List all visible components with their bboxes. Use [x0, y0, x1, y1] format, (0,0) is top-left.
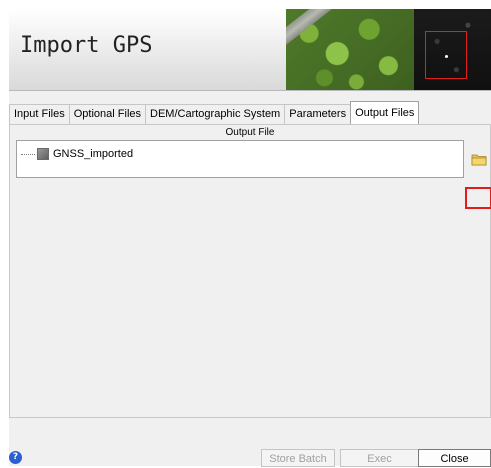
tab-optional-files[interactable]: Optional Files: [68, 104, 147, 124]
output-files-panel: Output File GNSS_imported: [9, 124, 491, 418]
help-icon[interactable]: ?: [9, 451, 22, 464]
tab-parameters[interactable]: Parameters: [284, 104, 352, 124]
raster-layer-icon: [37, 148, 49, 160]
highlight-marker: [465, 187, 491, 209]
exec-button[interactable]: Exec: [340, 449, 419, 467]
tab-bar: Input Files Optional Files DEM/Cartograp…: [9, 101, 420, 124]
aerial-image-banner: [286, 9, 491, 90]
tab-output-files[interactable]: Output Files: [350, 101, 420, 124]
header-banner: Import GPS: [9, 9, 491, 91]
aerial-point-marker: [445, 55, 448, 58]
tab-dem-cartographic-system[interactable]: DEM/Cartographic System: [145, 104, 286, 124]
import-gps-window: Import GPS Input Files Optional Files DE…: [9, 9, 491, 467]
tab-input-files[interactable]: Input Files: [9, 104, 70, 124]
list-item[interactable]: GNSS_imported: [21, 147, 133, 161]
tree-connector: [21, 153, 35, 155]
folder-icon: [471, 154, 487, 166]
close-button[interactable]: Close: [418, 449, 491, 467]
output-file-list[interactable]: GNSS_imported: [16, 140, 464, 178]
page-title: Import GPS: [20, 33, 153, 58]
browse-folder-button[interactable]: [471, 151, 487, 167]
output-file-name: GNSS_imported: [53, 148, 134, 160]
output-file-column-header: Output File: [225, 127, 275, 138]
store-batch-button[interactable]: Store Batch: [261, 449, 335, 467]
